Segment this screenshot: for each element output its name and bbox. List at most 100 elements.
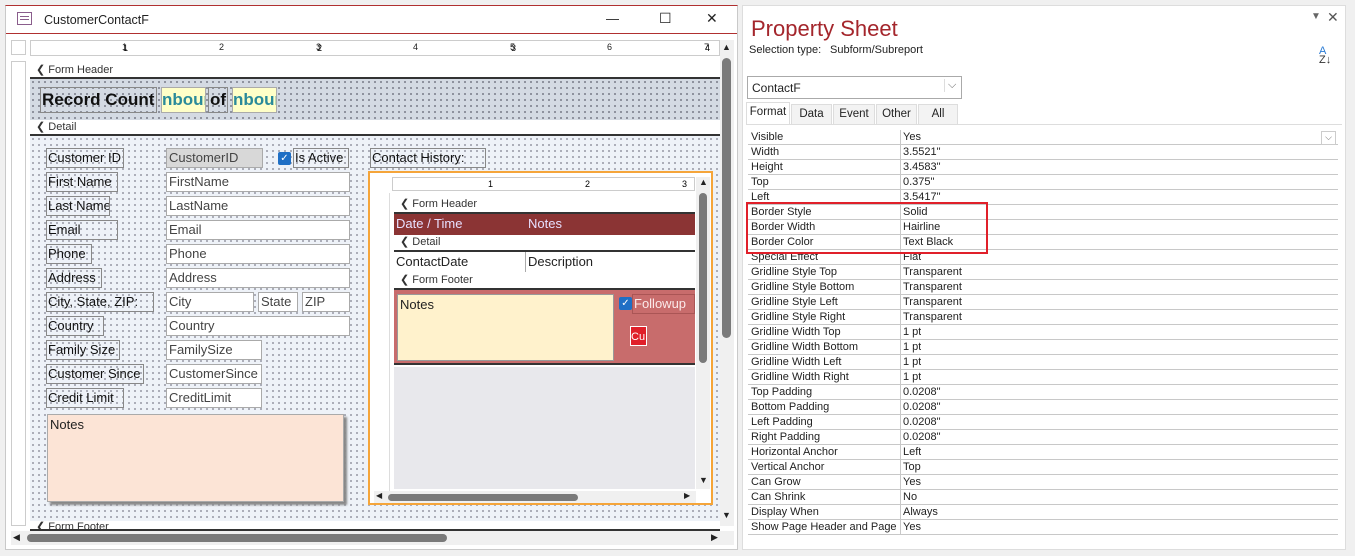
maximize-button[interactable]: ☐ (659, 10, 672, 27)
tab-all[interactable]: All (918, 104, 958, 124)
followup-label[interactable]: Followup (632, 294, 695, 314)
property-row[interactable]: Gridline Width Right 1 pt (748, 370, 1338, 385)
property-row[interactable]: Gridline Width Left 1 pt (748, 355, 1338, 370)
field-textbox[interactable]: LastName (166, 196, 350, 216)
count-textbox-1[interactable]: nbour (161, 87, 206, 113)
subform-notes-field[interactable]: Notes (397, 294, 614, 361)
property-row[interactable]: Top Padding 0.0208" (748, 385, 1338, 400)
field-textbox[interactable]: Email (166, 220, 350, 240)
property-row[interactable]: Left Padding 0.0208" (748, 415, 1338, 430)
property-row[interactable]: Height 3.4583" (748, 160, 1338, 175)
property-value[interactable]: 1 pt (903, 325, 921, 339)
form-header-bar[interactable]: ❮ Form Header (30, 63, 720, 79)
subform-footer-bar[interactable]: ❮ Form Footer (394, 273, 695, 290)
property-value[interactable]: 0.0208" (903, 430, 941, 444)
property-row[interactable]: Display When Always (748, 505, 1338, 520)
subform-button[interactable]: Cu (630, 326, 647, 346)
contact-subform[interactable]: 123 ❮ Form Header Date / Time Notes ❮ De… (368, 171, 713, 505)
property-value[interactable]: 3.4583" (903, 160, 941, 174)
is-active-label[interactable]: Is Active (293, 148, 349, 168)
property-row[interactable]: Width 3.5521" (748, 145, 1338, 160)
customer-id-field[interactable]: CustomerID (166, 148, 263, 168)
property-row[interactable]: Can Shrink No (748, 490, 1338, 505)
property-value[interactable]: Top (903, 460, 921, 474)
property-value[interactable]: Always (903, 505, 938, 519)
form-footer-bar[interactable]: ❮ Form Footer (30, 521, 720, 531)
property-row[interactable]: Right Padding 0.0208" (748, 430, 1338, 445)
subform-header-bar[interactable]: ❮ Form Header (394, 197, 695, 214)
tab-other[interactable]: Other (876, 104, 917, 124)
subform-horizontal-scrollbar[interactable]: ◀ ▶ (374, 491, 696, 503)
property-value[interactable]: No (903, 490, 917, 504)
ruler-corner[interactable] (11, 40, 26, 55)
field-label[interactable]: Email (46, 220, 118, 240)
field-label[interactable]: Last Name (46, 196, 110, 216)
property-row[interactable]: Gridline Width Bottom 1 pt (748, 340, 1338, 355)
property-row[interactable]: Gridline Style Left Transparent (748, 295, 1338, 310)
pane-menu-icon[interactable]: ▼ (1311, 11, 1321, 22)
property-row[interactable]: Gridline Style Right Transparent (748, 310, 1338, 325)
field-label[interactable]: Family Size (46, 340, 120, 360)
is-active-checkbox[interactable]: ✓ (278, 152, 291, 165)
property-row[interactable]: Gridline Style Bottom Transparent (748, 280, 1338, 295)
description-field[interactable]: Description (528, 252, 593, 272)
zip-field[interactable]: ZIP (302, 292, 350, 312)
object-selector[interactable]: ContactF ⌵ (747, 76, 962, 99)
followup-checkbox[interactable]: ✓ (619, 297, 632, 310)
notes-header[interactable]: Notes (528, 214, 562, 234)
property-row[interactable]: Horizontal Anchor Left (748, 445, 1338, 460)
value-dropdown-icon[interactable]: ⌵ (1321, 131, 1336, 145)
field-label[interactable]: Credit Limit (46, 388, 124, 408)
property-value[interactable]: 1 pt (903, 340, 921, 354)
property-row[interactable]: Visible Yes (748, 130, 1338, 145)
property-row[interactable]: Vertical Anchor Top (748, 460, 1338, 475)
field-label[interactable]: Phone (46, 244, 92, 264)
property-row[interactable]: Can Grow Yes (748, 475, 1338, 490)
field-textbox[interactable]: FamilySize (166, 340, 262, 360)
vertical-scrollbar[interactable]: ▲ ▼ (720, 40, 734, 526)
property-row[interactable]: Top 0.375" (748, 175, 1338, 190)
property-value[interactable]: Transparent (903, 295, 962, 309)
field-label[interactable]: Customer Since (46, 364, 144, 384)
property-row[interactable]: Gridline Style Top Transparent (748, 265, 1338, 280)
tab-event[interactable]: Event (833, 104, 875, 124)
customer-id-label[interactable]: Customer ID (46, 148, 124, 168)
field-label[interactable]: City, State, ZIP: (46, 292, 154, 312)
field-textbox[interactable]: Address (166, 268, 350, 288)
sort-az-icon[interactable]: A Z↓ (1319, 46, 1331, 66)
property-row[interactable]: Show Page Header and Page Yes (748, 520, 1338, 535)
minimize-button[interactable]: — (606, 11, 619, 26)
property-value[interactable]: Left (903, 445, 921, 459)
field-textbox[interactable]: City (166, 292, 254, 312)
subform-vertical-scrollbar[interactable]: ▲ ▼ (696, 177, 710, 489)
subform-detail-bar[interactable]: ❮ Detail (394, 235, 695, 252)
property-value[interactable]: Yes (903, 475, 921, 489)
close-button[interactable]: ✕ (706, 10, 718, 27)
property-value[interactable]: 1 pt (903, 370, 921, 384)
property-row[interactable]: Gridline Width Top 1 pt (748, 325, 1338, 340)
record-count-label[interactable]: Record Count: (40, 87, 157, 113)
horizontal-scrollbar[interactable]: ◀ ▶ (11, 531, 734, 545)
property-value[interactable]: 0.0208" (903, 415, 941, 429)
property-row[interactable]: Bottom Padding 0.0208" (748, 400, 1338, 415)
property-value[interactable]: 0.0208" (903, 385, 941, 399)
property-value[interactable]: Transparent (903, 310, 962, 324)
field-label[interactable]: First Name (46, 172, 118, 192)
field-label[interactable]: Address (46, 268, 102, 288)
notes-field[interactable]: Notes (47, 414, 344, 502)
property-value[interactable]: Yes (903, 520, 921, 534)
date-time-header[interactable]: Date / Time (396, 214, 462, 234)
field-label[interactable]: Country (46, 316, 104, 336)
field-textbox[interactable]: CreditLimit (166, 388, 262, 408)
field-textbox[interactable]: FirstName (166, 172, 350, 192)
count-textbox-2[interactable]: nbour (232, 87, 277, 113)
pane-close-icon[interactable]: ✕ (1327, 9, 1339, 26)
contact-history-label[interactable]: Contact History: (370, 148, 486, 168)
field-textbox[interactable]: Country (166, 316, 350, 336)
state-field[interactable]: State (258, 292, 298, 312)
tab-data[interactable]: Data (791, 104, 832, 124)
field-textbox[interactable]: CustomerSince (166, 364, 262, 384)
property-value[interactable]: Transparent (903, 280, 962, 294)
property-value[interactable]: 0.0208" (903, 400, 941, 414)
field-textbox[interactable]: Phone (166, 244, 350, 264)
